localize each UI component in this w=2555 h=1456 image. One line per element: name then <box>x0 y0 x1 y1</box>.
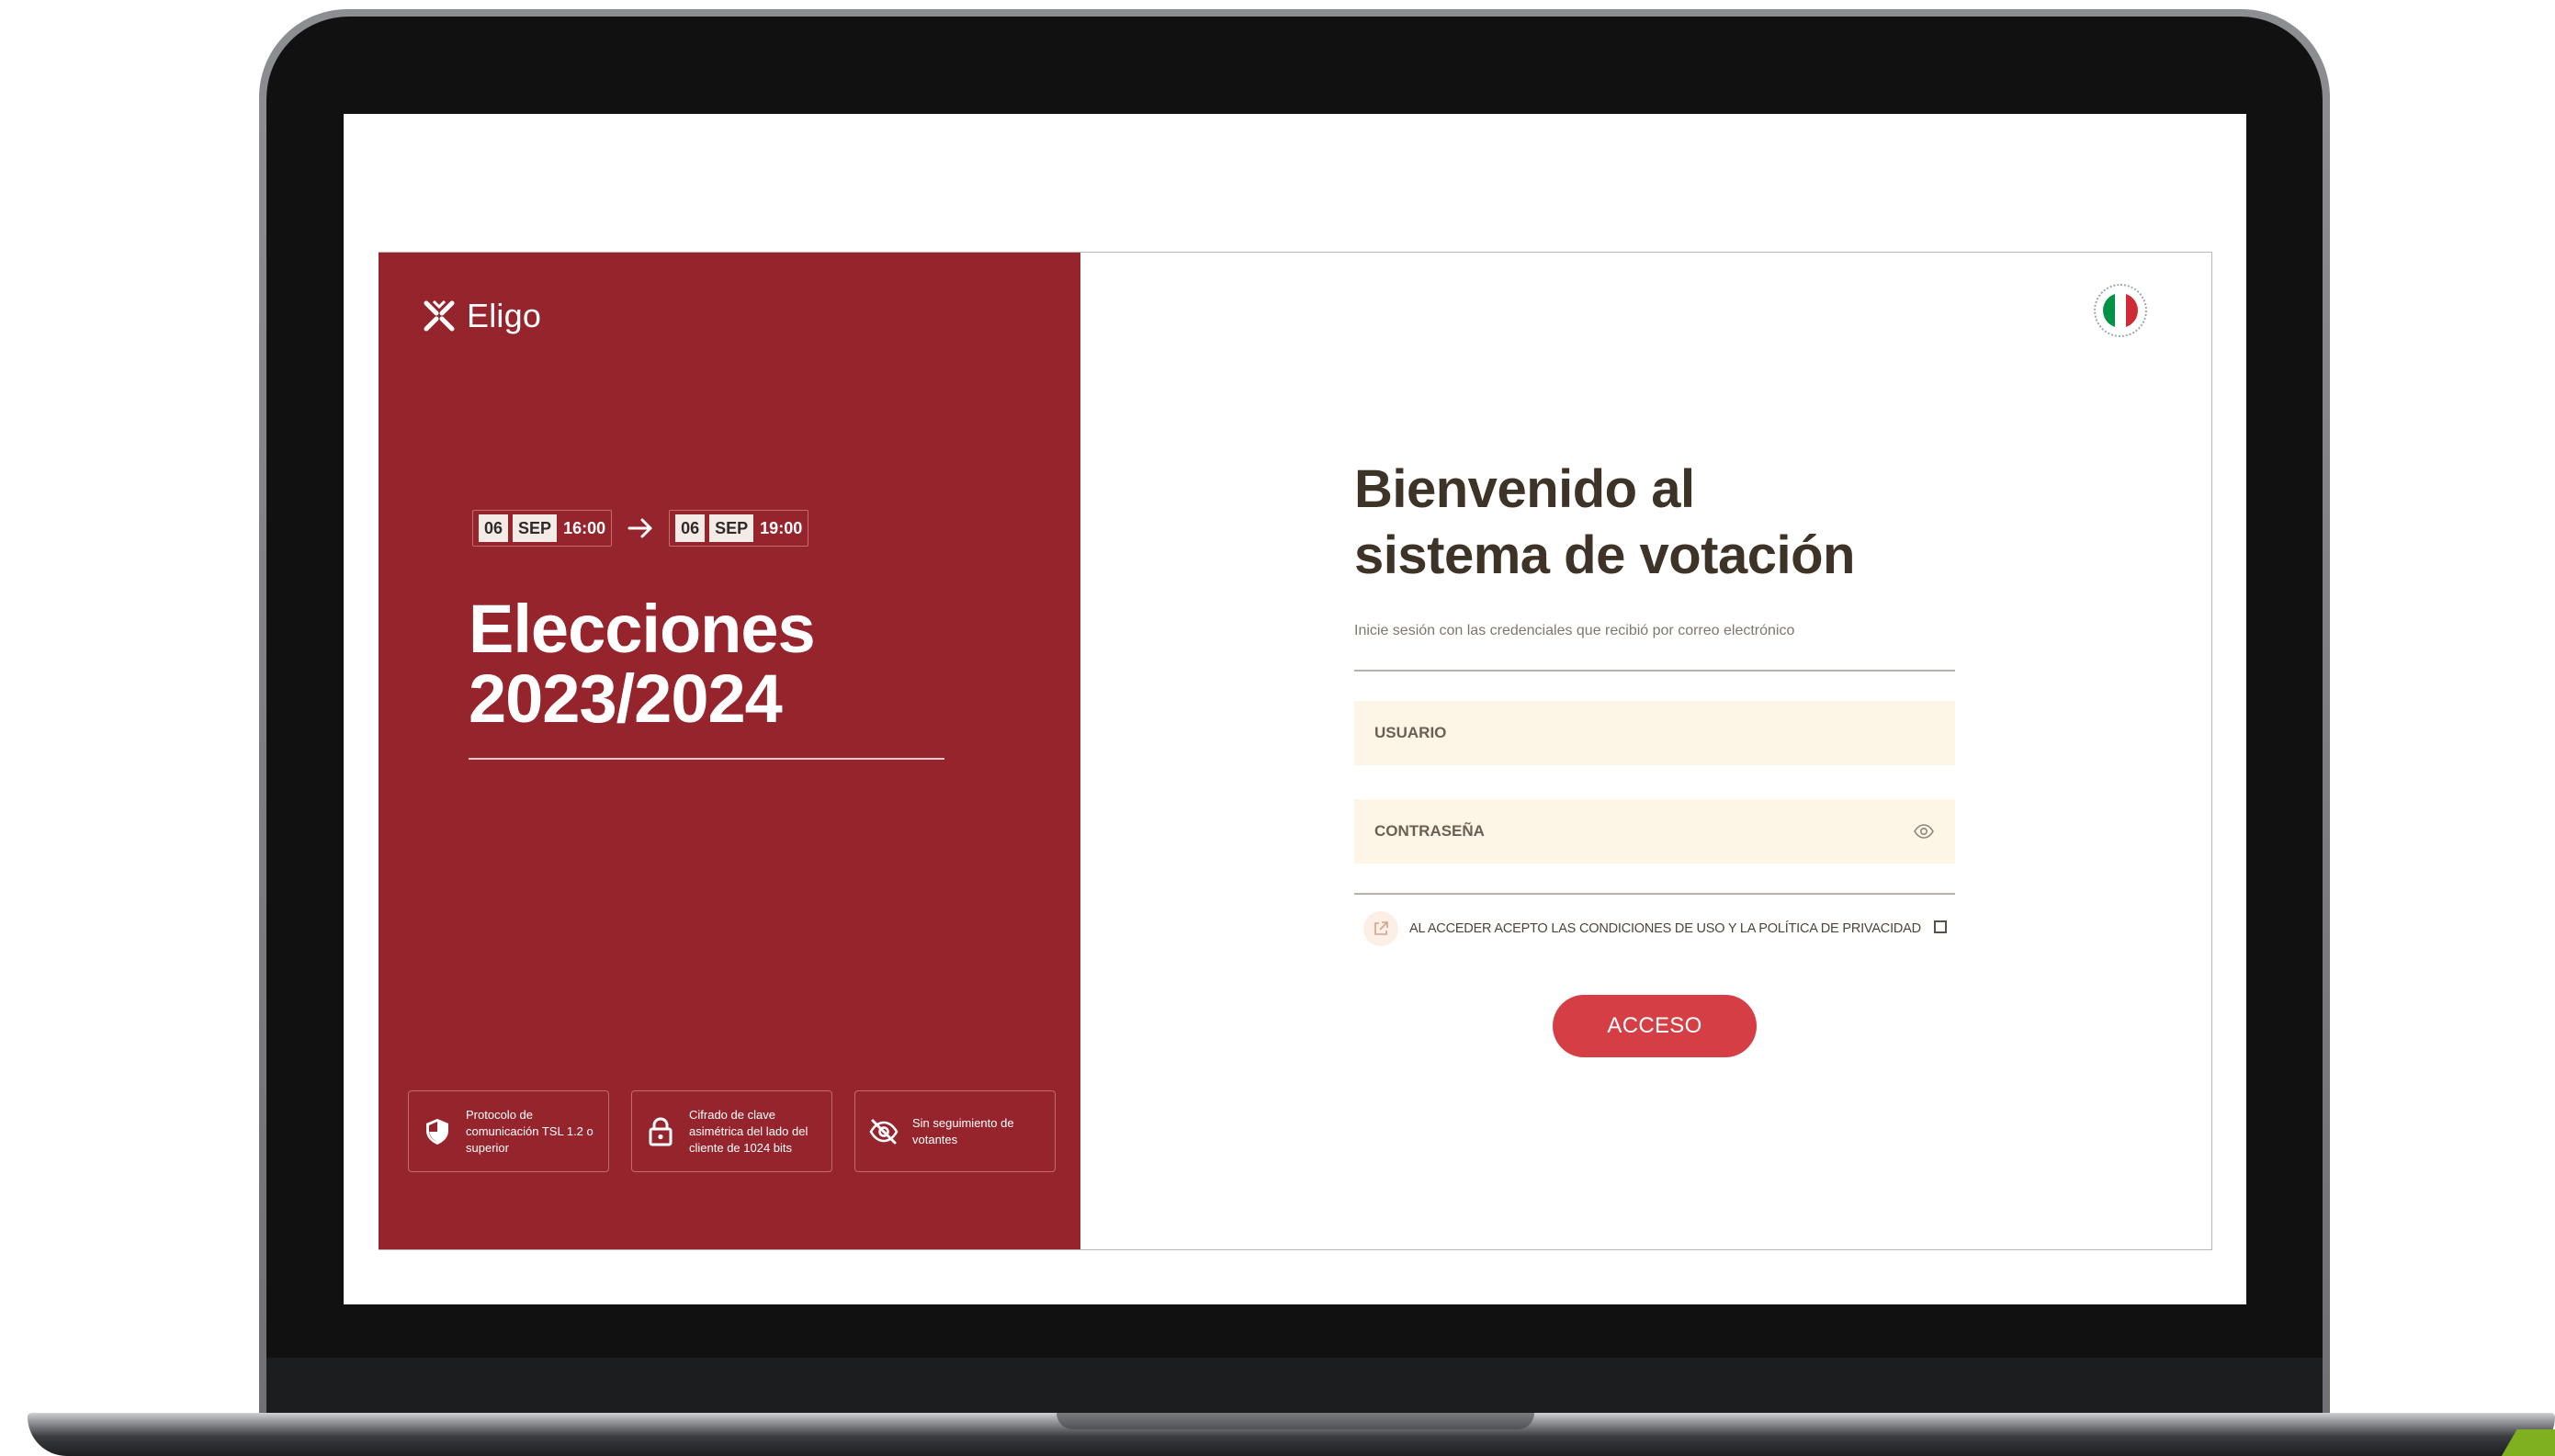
password-divider <box>1354 893 1955 895</box>
end-day: 06 <box>675 514 706 542</box>
title-divider <box>469 758 944 760</box>
laptop-bezel-chin <box>266 1358 2323 1413</box>
brand-logo[interactable]: Eligo <box>421 297 541 335</box>
terms-checkbox[interactable] <box>1933 920 1947 933</box>
welcome-title: Bienvenido al sistema de votación <box>1354 457 1855 589</box>
end-date: 06 SEP 19:00 <box>669 510 809 547</box>
username-input[interactable] <box>1354 701 1955 765</box>
feature-text: Sin seguimiento de votantes <box>912 1115 1014 1146</box>
login-subtitle: Inicie sesión con las credenciales que r… <box>1354 623 1795 638</box>
end-month: SEP <box>709 514 754 542</box>
welcome-title-line2: sistema de votación <box>1354 525 1855 585</box>
lock-icon <box>649 1116 673 1146</box>
language-selector[interactable] <box>2094 284 2147 337</box>
eligo-logo-icon <box>424 299 455 332</box>
end-time: 19:00 <box>760 518 803 537</box>
password-field-wrapper <box>1354 799 1955 863</box>
login-page: Eligo 06 SEP 16:00 06 SEP 19:00 Eleccion… <box>379 252 2212 1250</box>
screen: Eligo 06 SEP 16:00 06 SEP 19:00 Eleccion… <box>344 114 2246 1304</box>
feature-text: Protocolo de comunicación TSL 1.2 o supe… <box>466 1107 594 1155</box>
security-features: Protocolo de comunicación TSL 1.2 o supe… <box>408 1090 1056 1172</box>
show-password-eye-icon[interactable] <box>1913 821 1935 841</box>
start-month: SEP <box>513 514 558 542</box>
access-button[interactable]: ACCESO <box>1553 995 1757 1057</box>
arrow-right-icon <box>627 518 652 538</box>
feature-encryption: Cifrado de clave asimétrica del lado del… <box>631 1090 832 1172</box>
start-day: 06 <box>479 514 509 542</box>
feature-no-tracking: Sin seguimiento de votantes <box>854 1090 1056 1172</box>
start-date: 06 SEP 16:00 <box>472 510 613 547</box>
election-info-panel: Eligo 06 SEP 16:00 06 SEP 19:00 Eleccion… <box>379 253 1080 1249</box>
password-input[interactable] <box>1354 799 1955 863</box>
background-accent <box>2481 1429 2555 1456</box>
feature-text: Cifrado de clave asimétrica del lado del… <box>689 1107 808 1155</box>
eye-off-icon <box>869 1119 899 1144</box>
italian-flag-icon <box>2103 293 2138 328</box>
election-date-range: 06 SEP 16:00 06 SEP 19:00 <box>472 510 809 547</box>
brand-name: Eligo <box>467 297 542 334</box>
terms-text: AL ACCEDER ACEPTO LAS CONDICIONES DE USO… <box>1409 921 1921 936</box>
external-link-icon[interactable] <box>1363 911 1398 946</box>
election-title-line1: Elecciones <box>469 591 816 667</box>
subtitle-divider <box>1354 670 1955 672</box>
laptop-notch <box>1057 1413 1534 1429</box>
login-panel: Bienvenido al sistema de votación Inicie… <box>1080 253 2211 1249</box>
election-title: Elecciones 2023/2024 <box>469 591 816 737</box>
shield-icon <box>426 1118 448 1145</box>
terms-row: AL ACCEDER ACEPTO LAS CONDICIONES DE USO… <box>1354 910 1955 947</box>
welcome-title-line1: Bienvenido al <box>1354 459 1695 519</box>
start-time: 16:00 <box>563 518 606 537</box>
election-title-line2: 2023/2024 <box>469 660 783 737</box>
feature-tls: Protocolo de comunicación TSL 1.2 o supe… <box>408 1090 609 1172</box>
